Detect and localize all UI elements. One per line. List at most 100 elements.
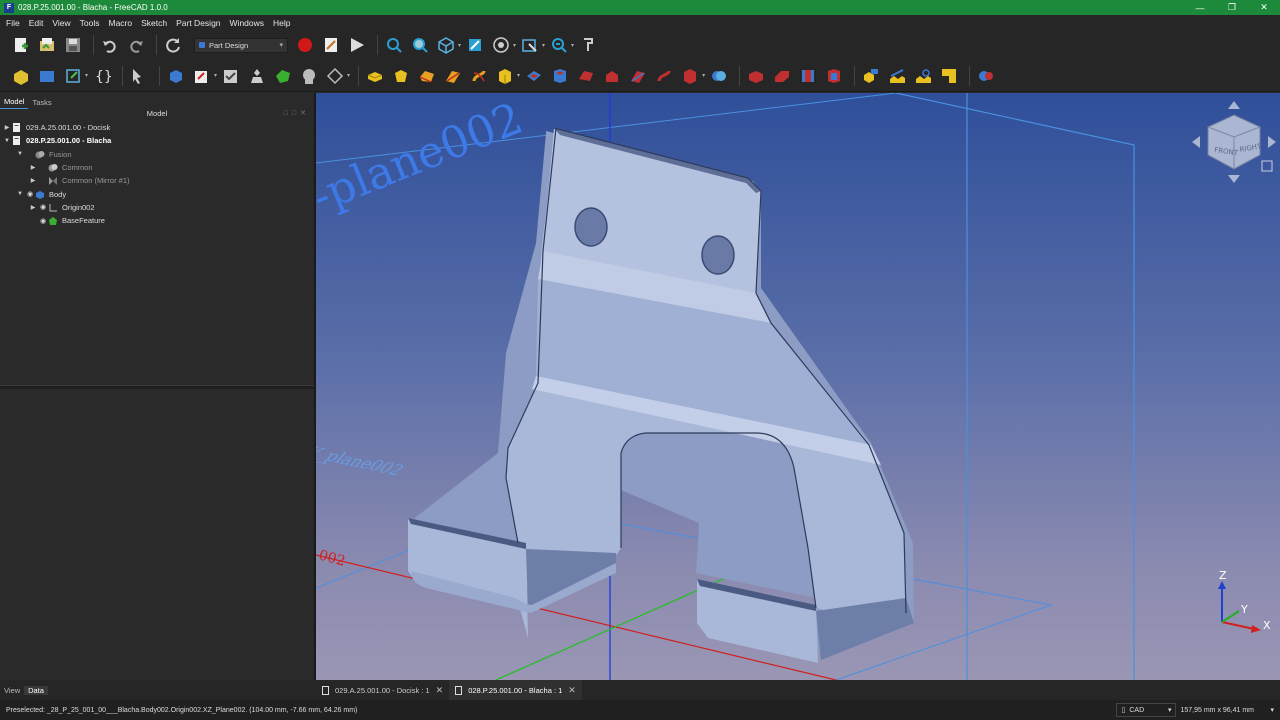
collapse-icon[interactable]: ▼ bbox=[15, 191, 25, 197]
workbench-selector[interactable]: Part Design ▾ bbox=[194, 37, 288, 53]
view-isometric-icon[interactable] bbox=[435, 34, 457, 56]
save-icon[interactable] bbox=[62, 34, 84, 56]
additive-loft-icon[interactable] bbox=[416, 65, 438, 87]
tab-data[interactable]: Data bbox=[24, 685, 48, 695]
minimize-icon[interactable]: — bbox=[1184, 3, 1216, 13]
panel-splitter[interactable] bbox=[0, 385, 314, 389]
menu-part-design[interactable]: Part Design bbox=[176, 18, 220, 28]
doc-tab-docisk[interactable]: 029.A.25.001.00 - Docisk : 1 ✕ bbox=[316, 680, 449, 700]
chevron-down-icon[interactable]: ▾ bbox=[85, 72, 88, 79]
menu-tools[interactable]: Tools bbox=[80, 18, 100, 28]
chevron-down-icon[interactable]: ▾ bbox=[542, 42, 545, 49]
visibility-icon[interactable]: ◉ bbox=[38, 217, 48, 225]
tab-tasks[interactable]: Tasks bbox=[28, 96, 55, 109]
restore-icon[interactable]: ❐ bbox=[1216, 2, 1248, 13]
draw-style-icon[interactable] bbox=[490, 34, 512, 56]
new-document-icon[interactable] bbox=[10, 34, 32, 56]
tree-item-common[interactable]: ▶ Common bbox=[0, 161, 314, 174]
selection-filter-icon[interactable] bbox=[519, 34, 541, 56]
tree-item-blacha[interactable]: ▼ 028.P.25.001.00 - Blacha bbox=[0, 134, 314, 147]
expand-icon[interactable]: ▶ bbox=[28, 177, 38, 184]
groove-icon[interactable] bbox=[575, 65, 597, 87]
zoom-icon[interactable] bbox=[548, 34, 570, 56]
refresh-icon[interactable] bbox=[162, 34, 184, 56]
record-macro-icon[interactable] bbox=[294, 34, 316, 56]
chevron-down-icon[interactable]: ▾ bbox=[347, 72, 350, 79]
thickness-icon[interactable] bbox=[823, 65, 845, 87]
menu-file[interactable]: File bbox=[6, 18, 20, 28]
pocket-icon[interactable] bbox=[523, 65, 545, 87]
clone-icon[interactable] bbox=[298, 65, 320, 87]
chevron-down-icon[interactable]: ▾ bbox=[458, 42, 461, 49]
tree-item-basefeature[interactable]: ◉ BaseFeature bbox=[0, 214, 314, 227]
chamfer-icon[interactable] bbox=[771, 65, 793, 87]
menu-sketch[interactable]: Sketch bbox=[141, 18, 167, 28]
collapse-icon[interactable]: ▼ bbox=[2, 138, 12, 144]
measure-icon[interactable] bbox=[464, 34, 486, 56]
expand-icon[interactable]: ▶ bbox=[2, 124, 12, 131]
tree-item-docisk[interactable]: ▶ 029.A.25.001.00 - Docisk bbox=[0, 121, 314, 134]
tab-view[interactable]: View bbox=[0, 686, 24, 695]
polar-pattern-icon[interactable] bbox=[912, 65, 934, 87]
redo-icon[interactable] bbox=[125, 34, 147, 56]
viewport-scene[interactable]: -plane002 XY_plane002 002 bbox=[316, 93, 1280, 680]
linear-pattern-icon[interactable] bbox=[886, 65, 908, 87]
undo-icon[interactable] bbox=[99, 34, 121, 56]
menu-edit[interactable]: Edit bbox=[29, 18, 44, 28]
select-icon[interactable] bbox=[128, 65, 150, 87]
additive-helix-icon[interactable] bbox=[468, 65, 490, 87]
menu-view[interactable]: View bbox=[52, 18, 70, 28]
visibility-icon[interactable]: ◉ bbox=[38, 203, 48, 211]
expand-icon[interactable]: ▶ bbox=[28, 204, 38, 211]
revolution-icon[interactable] bbox=[390, 65, 412, 87]
chevron-down-icon[interactable]: ▾ bbox=[214, 72, 217, 79]
tab-model[interactable]: Model bbox=[0, 95, 29, 109]
create-group-icon[interactable] bbox=[36, 65, 58, 87]
menu-windows[interactable]: Windows bbox=[230, 18, 264, 28]
navigation-style-selector[interactable]: ▯ CAD ▾ bbox=[1116, 703, 1177, 717]
whats-this-icon[interactable] bbox=[577, 34, 599, 56]
shape-binder-icon[interactable] bbox=[246, 65, 268, 87]
create-link-icon[interactable] bbox=[62, 65, 84, 87]
menu-macro[interactable]: Macro bbox=[108, 18, 132, 28]
chevron-down-icon[interactable]: ▾ bbox=[513, 42, 516, 49]
sprocket-icon[interactable] bbox=[975, 65, 997, 87]
mirrored-icon[interactable] bbox=[860, 65, 882, 87]
close-icon[interactable]: ✕ bbox=[1248, 2, 1280, 13]
fit-selection-icon[interactable] bbox=[409, 34, 431, 56]
3d-viewport[interactable]: -plane002 XY_plane002 002 FRONT RIGHT Z … bbox=[316, 93, 1280, 680]
doc-tab-blacha[interactable]: 028.P.25.001.00 - Blacha : 1 ✕ bbox=[449, 680, 582, 700]
additive-pipe-icon[interactable] bbox=[442, 65, 464, 87]
hole-icon[interactable] bbox=[549, 65, 571, 87]
expand-icon[interactable]: ▶ bbox=[28, 164, 38, 171]
tree-item-fusion[interactable]: ▼ Fusion bbox=[0, 148, 314, 161]
sub-shape-binder-icon[interactable] bbox=[272, 65, 294, 87]
fit-all-icon[interactable] bbox=[383, 34, 405, 56]
tree-item-common-mirror[interactable]: ▶ Common (Mirror #1) bbox=[0, 174, 314, 187]
tree-item-origin[interactable]: ▶ ◉ Origin002 bbox=[0, 201, 314, 214]
execute-macro-icon[interactable] bbox=[346, 34, 368, 56]
pad-icon[interactable] bbox=[364, 65, 386, 87]
chevron-down-icon[interactable]: ▾ bbox=[571, 42, 574, 49]
chevron-down-icon[interactable]: ▾ bbox=[517, 72, 520, 79]
create-part-icon[interactable] bbox=[10, 65, 32, 87]
variable-set-icon[interactable]: {} bbox=[91, 65, 113, 87]
units-chevron-icon[interactable]: ▾ bbox=[1270, 706, 1274, 714]
visibility-icon[interactable]: ◉ bbox=[25, 190, 35, 198]
subtractive-loft-icon[interactable] bbox=[601, 65, 623, 87]
multi-transform-icon[interactable] bbox=[938, 65, 960, 87]
collapse-icon[interactable]: ▼ bbox=[15, 151, 25, 157]
close-tab-icon[interactable]: ✕ bbox=[568, 685, 576, 696]
validate-sketch-icon[interactable] bbox=[220, 65, 242, 87]
subtractive-pipe-icon[interactable] bbox=[627, 65, 649, 87]
close-tab-icon[interactable]: ✕ bbox=[436, 685, 444, 696]
fillet-icon[interactable] bbox=[745, 65, 767, 87]
menu-help[interactable]: Help bbox=[273, 18, 290, 28]
panel-controls-icon[interactable]: □□✕ bbox=[284, 109, 310, 117]
subtractive-helix-icon[interactable] bbox=[653, 65, 675, 87]
open-document-icon[interactable] bbox=[36, 34, 58, 56]
subtractive-primitive-icon[interactable] bbox=[679, 65, 701, 87]
create-body-icon[interactable] bbox=[165, 65, 187, 87]
chevron-down-icon[interactable]: ▾ bbox=[702, 72, 705, 79]
draft-icon[interactable] bbox=[797, 65, 819, 87]
